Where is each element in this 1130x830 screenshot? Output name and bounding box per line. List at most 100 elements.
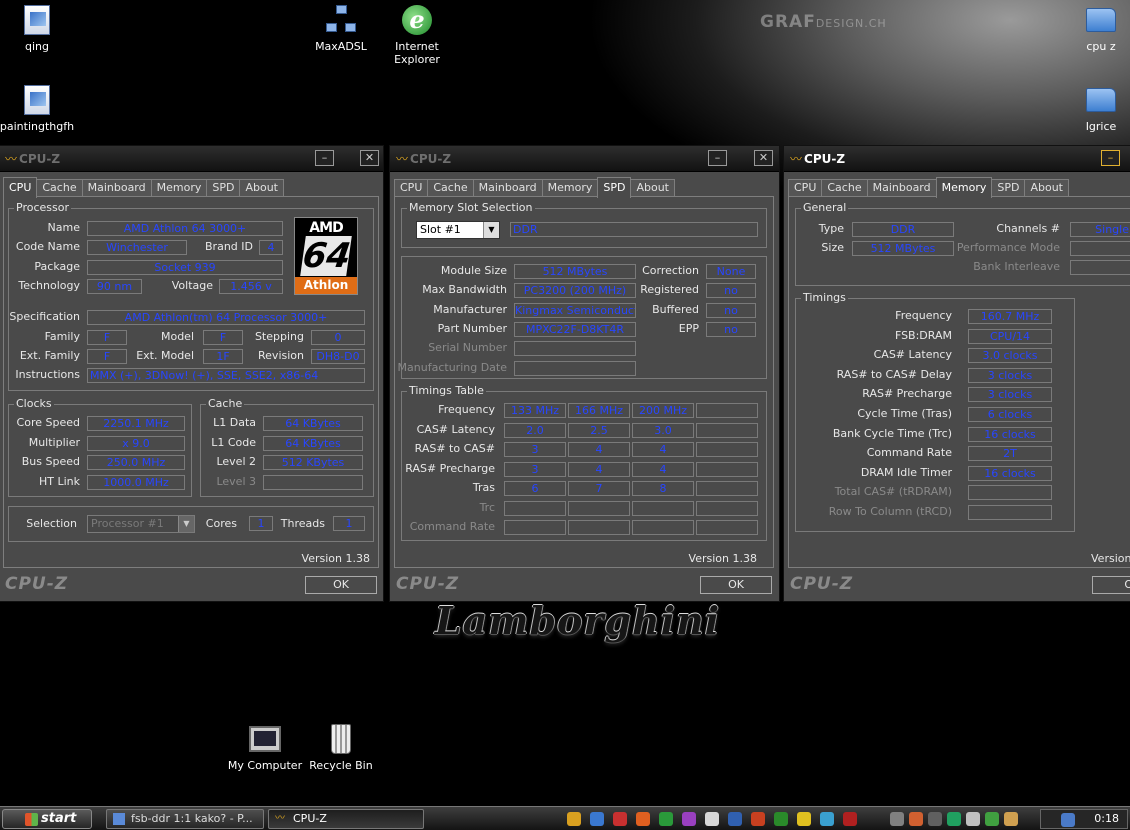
tray-app-icon[interactable] — [890, 812, 904, 826]
slot-select[interactable]: Slot #1 ▼ — [416, 221, 500, 239]
tab-mainboard[interactable]: Mainboard — [81, 179, 152, 197]
tray-app-icon[interactable] — [909, 812, 923, 826]
bus-speed-value: 250.0 MHz — [87, 455, 185, 470]
tab-mainboard[interactable]: Mainboard — [866, 179, 937, 197]
tab-about[interactable]: About — [1024, 179, 1069, 197]
start-button[interactable]: start — [2, 809, 92, 829]
brand-id-value: 4 — [259, 240, 283, 255]
processor-group: Processor Name AMD Athlon 64 3000+ Code … — [8, 201, 374, 391]
processor-select[interactable]: Processor #1 ▼ — [87, 515, 195, 533]
cpuz-footer-brand: CPU-Z — [396, 574, 460, 594]
tray-app-icon[interactable] — [705, 812, 719, 826]
ok-button[interactable]: OK — [305, 576, 377, 594]
tab-memory[interactable]: Memory — [935, 177, 993, 198]
tray-app-icon[interactable] — [659, 812, 673, 826]
close-button[interactable]: ✕ — [360, 150, 379, 166]
tray-app-icon[interactable] — [928, 812, 942, 826]
ext-model-value: 1F — [203, 349, 243, 364]
memory-size-value: 512 MBytes — [852, 241, 954, 256]
cpuz-window-cpu[interactable]: 〰 CPU-Z – ✕ CPU Cache Mainboard Memory S… — [0, 145, 384, 602]
timings-table-group: Timings Table Frequency 133 MHz 166 MHz 200… — [401, 384, 767, 541]
memory-type-value: DDR — [852, 222, 954, 237]
core-speed-value: 2250.1 MHz — [87, 416, 185, 431]
tab-memory[interactable]: Memory — [541, 179, 599, 197]
tray-app-icon[interactable] — [590, 812, 604, 826]
tab-about[interactable]: About — [239, 179, 284, 197]
tab-cache[interactable]: Cache — [821, 179, 868, 197]
performance-mode-value — [1070, 241, 1130, 256]
tray-app-icon[interactable] — [774, 812, 788, 826]
browser-window-icon — [113, 813, 125, 825]
timings-group: Timings Frequency 160.7 MHz FSB:DRAM CPU/14… — [795, 291, 1075, 532]
tray-app-icon[interactable] — [567, 812, 581, 826]
tray-app-icon[interactable] — [985, 812, 999, 826]
timing-cell: 8 — [632, 481, 694, 496]
memory-timing-label: Bank Cycle Time (Trc) — [832, 426, 952, 440]
desktop-icon-paintingthgfh[interactable]: paintingthgfh — [0, 83, 82, 133]
network-tray-icon[interactable] — [1061, 813, 1075, 827]
tab-spd[interactable]: SPD — [991, 179, 1026, 197]
minimize-button[interactable]: – — [1101, 150, 1120, 166]
desktop-icon-recycle-bin[interactable]: Recycle Bin — [296, 722, 386, 772]
cpuz-window-memory[interactable]: 〰 CPU-Z – CPU Cache Mainboard Memory SPD… — [783, 145, 1130, 602]
tab-cpu[interactable]: CPU — [788, 179, 823, 197]
tray-app-icon[interactable] — [728, 812, 742, 826]
tab-cpu[interactable]: CPU — [394, 179, 429, 197]
tab-panel-memory: General Type DDR Channels # Single Size … — [788, 196, 1130, 568]
tray-app-icon[interactable] — [820, 812, 834, 826]
version-label: Version 1.38 — [301, 552, 370, 565]
taskbar-button-browser[interactable]: fsb-ddr 1:1 kako? - P... — [106, 809, 264, 829]
close-button[interactable]: ✕ — [754, 150, 773, 166]
memory-timing-label: Cycle Time (Tras) — [857, 407, 952, 420]
tab-cache[interactable]: Cache — [427, 179, 474, 197]
cpuz-app-icon: 〰 — [275, 813, 285, 824]
tray-app-icon[interactable] — [797, 812, 811, 826]
tray-app-icon[interactable] — [1004, 812, 1018, 826]
title-bar[interactable]: 〰 CPU-Z — [784, 146, 1130, 172]
desktop-icon-internet-explorer[interactable]: e Internet Explorer — [372, 3, 462, 66]
amd-athlon64-logo: AMD 64 Athlon — [294, 217, 358, 295]
memory-timing-label: Frequency — [895, 309, 952, 322]
windows-flag-icon — [25, 813, 38, 826]
tab-spd[interactable]: SPD — [597, 177, 632, 198]
folder-icon — [1086, 8, 1116, 32]
tray-app-icon[interactable] — [682, 812, 696, 826]
wallpaper-logo-text: Lamborghini — [434, 598, 721, 643]
desktop-icon-igrice[interactable]: Igrice — [1056, 83, 1130, 133]
cpuz-window-spd[interactable]: 〰 CPU-Z – ✕ CPU Cache Mainboard Memory S… — [389, 145, 780, 602]
tray-app-icon[interactable] — [966, 812, 980, 826]
stepping-value: 0 — [311, 330, 365, 345]
multiplier-value: x 9.0 — [87, 436, 185, 451]
desktop-icon-qing[interactable]: qing — [0, 3, 82, 53]
ext-family-value: F — [87, 349, 127, 364]
tab-about[interactable]: About — [630, 179, 675, 197]
desktop-icon-cpu-z-folder[interactable]: cpu z — [1056, 3, 1130, 53]
timing-cell: 3 — [504, 442, 566, 457]
tab-memory[interactable]: Memory — [150, 179, 208, 197]
cpuz-app-icon: 〰 — [790, 152, 802, 166]
timing-cell — [632, 500, 694, 516]
clock: 0:18 — [1094, 812, 1119, 825]
tray-app-icon[interactable] — [843, 812, 857, 826]
tab-cache[interactable]: Cache — [36, 179, 83, 197]
tray-app-icon[interactable] — [613, 812, 627, 826]
tray-app-icon[interactable] — [947, 812, 961, 826]
minimize-button[interactable]: – — [315, 150, 334, 166]
timing-cell: 7 — [568, 481, 630, 496]
threads-value: 1 — [333, 516, 365, 531]
ok-button[interactable]: OK — [700, 576, 772, 594]
taskbar-button-cpuz[interactable]: 〰 CPU-Z — [268, 809, 424, 829]
tab-cpu[interactable]: CPU — [3, 177, 38, 198]
tab-spd[interactable]: SPD — [206, 179, 241, 197]
ok-button[interactable]: O — [1092, 576, 1130, 594]
minimize-button[interactable]: – — [708, 150, 727, 166]
voltage-value: 1.456 v — [219, 279, 283, 294]
memory-timing-label: FSB:DRAM — [894, 328, 952, 342]
cpuz-app-icon: 〰 — [5, 152, 17, 166]
tray-app-icon[interactable] — [636, 812, 650, 826]
tray-app-icon[interactable] — [751, 812, 765, 826]
timing-cell: 4 — [632, 442, 694, 457]
tab-mainboard[interactable]: Mainboard — [472, 179, 543, 197]
memory-timing-label: DRAM Idle Timer — [860, 465, 952, 479]
chevron-down-icon: ▼ — [483, 222, 499, 238]
